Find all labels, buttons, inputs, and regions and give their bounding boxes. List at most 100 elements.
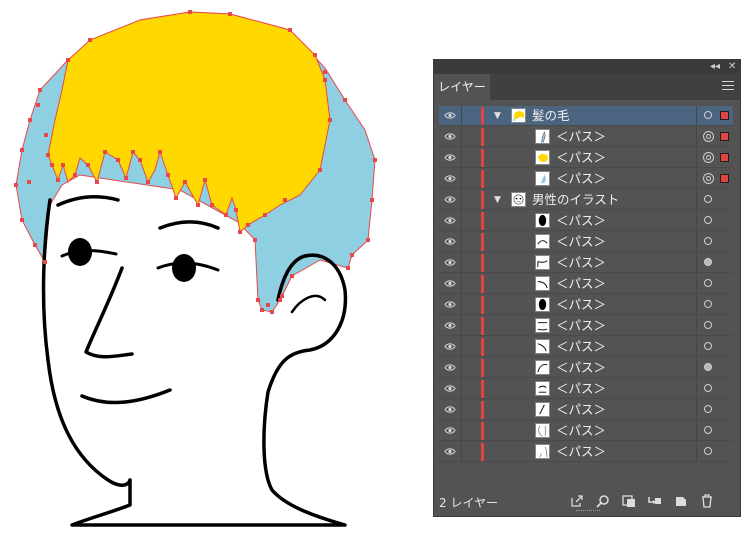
new-sublayer-icon[interactable]	[648, 494, 662, 508]
path-row[interactable]: ＜パス＞	[439, 127, 733, 147]
anchor-point[interactable]	[146, 180, 150, 184]
lock-column[interactable]	[461, 127, 462, 147]
anchor-point[interactable]	[346, 266, 350, 270]
anchor-point[interactable]	[38, 88, 42, 92]
anchor-point[interactable]	[188, 10, 192, 14]
lock-column[interactable]	[461, 358, 462, 378]
anchor-point[interactable]	[224, 213, 228, 217]
anchor-point[interactable]	[50, 163, 54, 167]
lock-column[interactable]	[461, 316, 462, 336]
visibility-eye-icon[interactable]	[444, 258, 456, 267]
path-row[interactable]: ＜パス＞	[439, 274, 733, 294]
anchor-point[interactable]	[313, 53, 317, 57]
selection-square-icon[interactable]	[720, 132, 729, 141]
mouth-path[interactable]	[80, 388, 172, 405]
anchor-point[interactable]	[343, 98, 347, 102]
anchor-point[interactable]	[283, 198, 287, 202]
target-circle-icon[interactable]	[704, 447, 712, 455]
close-icon[interactable]: ✕	[728, 60, 736, 74]
visibility-eye-icon[interactable]	[444, 216, 456, 225]
lock-column[interactable]	[461, 442, 462, 462]
path-name[interactable]: ＜パス＞	[556, 211, 606, 231]
target-circle-icon[interactable]	[703, 173, 714, 184]
lock-column[interactable]	[461, 400, 462, 420]
anchor-point[interactable]	[350, 253, 354, 257]
visibility-eye-icon[interactable]	[444, 363, 456, 372]
anchor-point[interactable]	[73, 173, 77, 177]
anchor-point[interactable]	[263, 213, 267, 217]
anchor-point[interactable]	[27, 180, 31, 184]
anchor-point[interactable]	[56, 178, 60, 182]
tab-layers[interactable]: レイヤー	[434, 74, 490, 100]
anchor-point[interactable]	[33, 243, 37, 247]
right-eye-pupil[interactable]	[172, 254, 196, 282]
path-row[interactable]: ＜パス＞	[439, 169, 733, 189]
layer-row[interactable]: ▼ 男性のイラスト	[439, 190, 733, 210]
visibility-eye-icon[interactable]	[444, 195, 456, 204]
path-row[interactable]: ＜パス＞	[439, 232, 733, 252]
target-circle-icon[interactable]	[703, 131, 714, 142]
path-row[interactable]: ＜パス＞	[439, 253, 733, 273]
anchor-point[interactable]	[28, 118, 32, 122]
target-circle-icon[interactable]	[704, 258, 712, 266]
anchor-point[interactable]	[203, 178, 207, 182]
anchor-point[interactable]	[46, 153, 50, 157]
anchor-point[interactable]	[270, 310, 274, 314]
visibility-eye-icon[interactable]	[444, 321, 456, 330]
lock-column[interactable]	[461, 232, 462, 252]
path-row[interactable]: ＜パス＞	[439, 316, 733, 336]
target-circle-icon[interactable]	[704, 237, 712, 245]
anchor-point[interactable]	[234, 208, 238, 212]
lock-column[interactable]	[461, 379, 462, 399]
visibility-eye-icon[interactable]	[444, 237, 456, 246]
resize-grip[interactable]	[576, 510, 600, 514]
anchor-point[interactable]	[61, 163, 65, 167]
panel-title-bar[interactable]: ◂◂ ✕	[434, 60, 740, 74]
anchor-point[interactable]	[373, 158, 377, 162]
anchor-point[interactable]	[210, 203, 214, 207]
chevron-down-icon[interactable]: ▼	[494, 190, 501, 210]
target-circle-icon[interactable]	[704, 342, 712, 350]
export-icon[interactable]	[570, 494, 584, 508]
visibility-eye-icon[interactable]	[444, 447, 456, 456]
lock-column[interactable]	[461, 148, 462, 168]
path-row[interactable]: ＜パス＞	[439, 400, 733, 420]
anchor-point[interactable]	[20, 218, 24, 222]
anchor-point[interactable]	[20, 148, 24, 152]
visibility-eye-icon[interactable]	[444, 174, 456, 183]
lock-column[interactable]	[461, 190, 462, 210]
visibility-eye-icon[interactable]	[444, 405, 456, 414]
visibility-eye-icon[interactable]	[444, 153, 456, 162]
ear-inner-path[interactable]	[290, 294, 327, 314]
path-name[interactable]: ＜パス＞	[556, 253, 606, 273]
target-circle-icon[interactable]	[704, 216, 712, 224]
path-name[interactable]: ＜パス＞	[556, 274, 606, 294]
visibility-eye-icon[interactable]	[444, 111, 456, 120]
chevron-down-icon[interactable]: ▼	[494, 106, 501, 126]
target-circle-icon[interactable]	[704, 321, 712, 329]
anchor-point[interactable]	[86, 163, 90, 167]
anchor-point[interactable]	[43, 260, 47, 264]
visibility-eye-icon[interactable]	[444, 342, 456, 351]
nose-path[interactable]	[84, 266, 134, 359]
anchor-point[interactable]	[266, 303, 270, 307]
anchor-point[interactable]	[116, 158, 120, 162]
target-circle-icon[interactable]	[704, 279, 712, 287]
path-row[interactable]: ＜パス＞	[439, 442, 733, 462]
anchor-point[interactable]	[323, 70, 327, 74]
anchor-point[interactable]	[280, 294, 284, 298]
anchor-point[interactable]	[138, 158, 142, 162]
search-icon[interactable]	[596, 494, 610, 508]
lock-column[interactable]	[461, 274, 462, 294]
left-brow-path[interactable]	[56, 194, 120, 207]
double-chevron-left-icon[interactable]: ◂◂	[710, 60, 720, 74]
new-layer-icon[interactable]	[674, 494, 688, 508]
anchor-point[interactable]	[66, 58, 70, 62]
layer-row[interactable]: ▼ 髪の毛	[439, 106, 733, 126]
anchor-point[interactable]	[366, 238, 370, 242]
path-name[interactable]: ＜パス＞	[556, 316, 606, 336]
lock-column[interactable]	[461, 295, 462, 315]
anchor-point[interactable]	[288, 28, 292, 32]
layers-list[interactable]: ▼ 髪の毛 ＜パス＞ ＜パス＞ ＜パス＞ ▼ 男性のイラスト ＜パス＞ ＜パス＞ ＜パス＞ ＜パス＞…	[439, 106, 735, 504]
lock-column[interactable]	[461, 253, 462, 273]
